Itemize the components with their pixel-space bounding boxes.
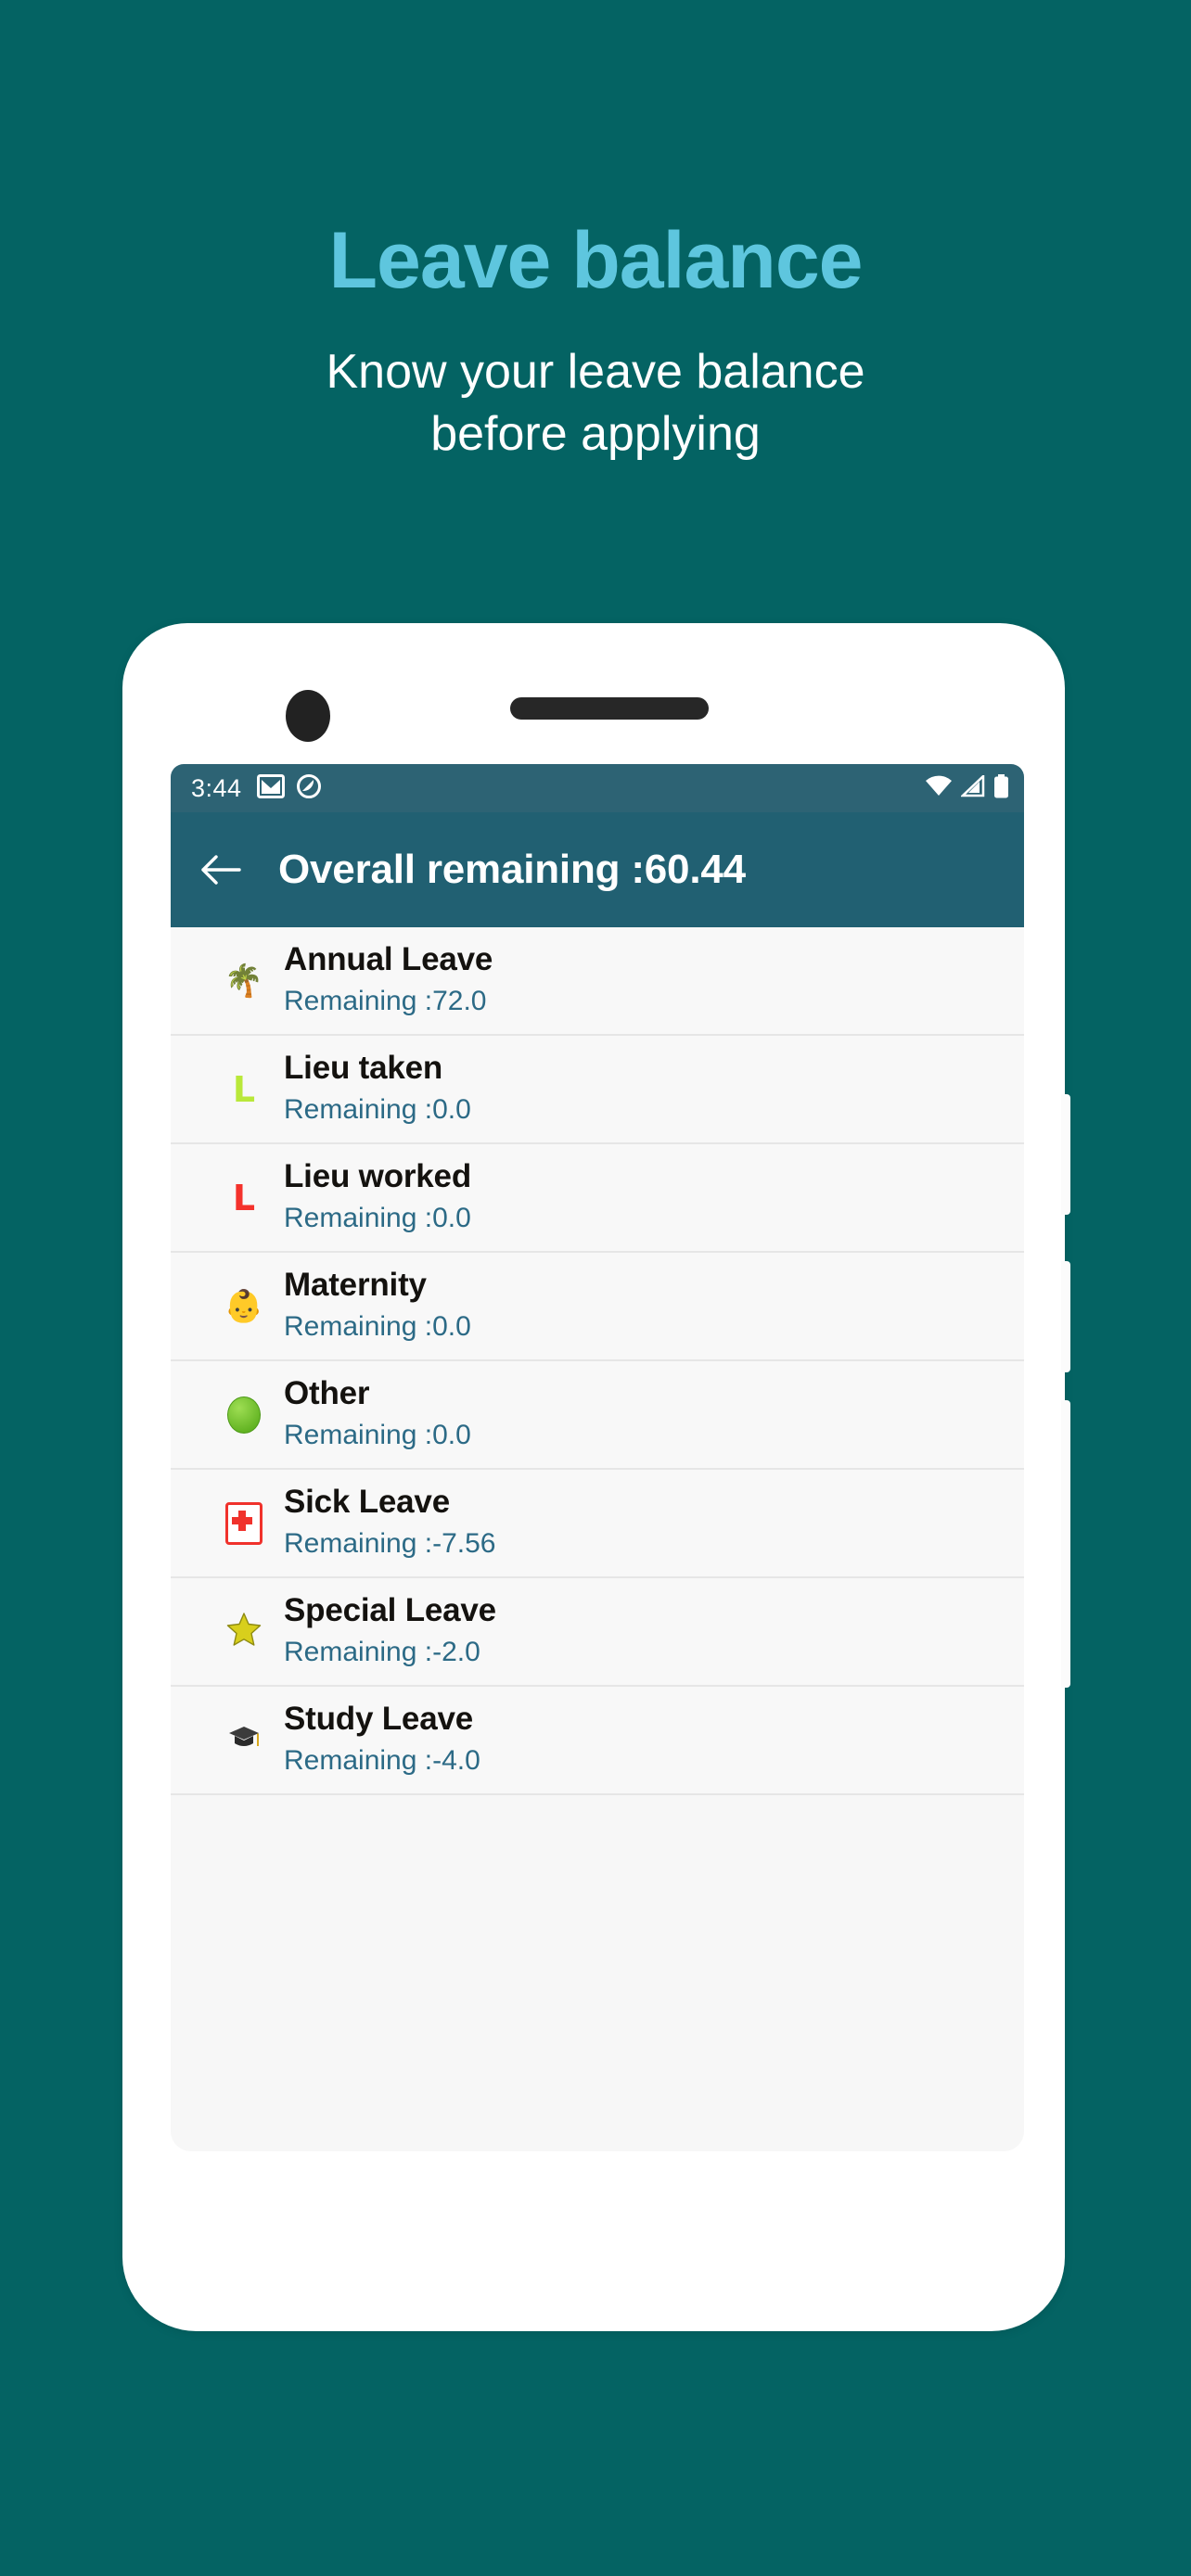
list-item[interactable]: 👶 Maternity Remaining :0.0: [171, 1253, 1024, 1361]
leave-remaining-label: Remaining :-4.0: [284, 1745, 480, 1777]
list-item[interactable]: Study Leave Remaining :-4.0: [171, 1687, 1024, 1795]
red-cross-icon: [204, 1501, 284, 1545]
page-subtitle-line-2: before applying: [430, 406, 761, 461]
back-arrow-icon[interactable]: [195, 844, 247, 896]
phone-volume-down-button[interactable]: [1061, 1261, 1070, 1372]
promo-header: Leave balance Know your leave balance be…: [0, 0, 1191, 465]
phone-volume-up-button[interactable]: [1061, 1094, 1070, 1215]
battery-icon: [993, 773, 1009, 803]
leave-type-label: Sick Leave: [284, 1484, 450, 1521]
letter-l-red-icon: L: [232, 1177, 256, 1218]
leave-balance-list[interactable]: 🌴 Annual Leave Remaining :72.0 L Lieu ta…: [171, 927, 1024, 2151]
phone-power-button[interactable]: [1061, 1400, 1070, 1688]
status-bar-clock: 3:44: [191, 773, 242, 802]
leave-remaining-label: Remaining :0.0: [284, 1311, 471, 1343]
palm-tree-icon: 🌴: [224, 962, 264, 1000]
leave-type-label: Lieu taken: [284, 1050, 443, 1087]
letter-l-green-icon: L: [232, 1068, 256, 1110]
leave-remaining-label: Remaining :-2.0: [284, 1637, 480, 1668]
page-subtitle-line-1: Know your leave balance: [326, 345, 865, 399]
wifi-icon: [925, 775, 953, 802]
leave-type-label: Lieu worked: [284, 1158, 472, 1195]
leave-type-label: Other: [284, 1375, 370, 1412]
status-bar: 3:44: [171, 764, 1024, 812]
leave-remaining-label: Remaining :-7.56: [284, 1528, 496, 1560]
phone-screen: 3:44 Overall remaining:60.44 🌴 Annual L…: [171, 764, 1024, 2151]
app-bar: Overall remaining :60.44: [171, 812, 1024, 927]
leave-remaining-label: Remaining :0.0: [284, 1094, 471, 1126]
front-camera-icon: [286, 690, 330, 742]
list-item[interactable]: L Lieu worked Remaining :0.0: [171, 1144, 1024, 1253]
leave-remaining-label: Remaining :0.0: [284, 1203, 471, 1234]
page-title: Leave balance: [328, 216, 863, 305]
list-item[interactable]: Other Remaining :0.0: [171, 1361, 1024, 1470]
baby-carriage-icon: 👶: [224, 1287, 264, 1325]
list-item[interactable]: 🌴 Annual Leave Remaining :72.0: [171, 927, 1024, 1036]
leave-type-label: Maternity: [284, 1267, 427, 1304]
graduation-cap-icon: [204, 1722, 284, 1759]
leave-type-label: Annual Leave: [284, 941, 493, 978]
leave-remaining-label: Remaining :72.0: [284, 986, 487, 1017]
cellular-signal-icon: [959, 772, 985, 802]
do-not-disturb-icon: [296, 773, 322, 804]
star-icon: [204, 1612, 284, 1652]
page-subtitle: Know your leave balance before applying: [178, 300, 1013, 465]
list-item[interactable]: Sick Leave Remaining :-7.56: [171, 1470, 1024, 1578]
list-item[interactable]: Special Leave Remaining :-2.0: [171, 1578, 1024, 1687]
gmail-icon: [256, 773, 285, 803]
leave-type-label: Study Leave: [284, 1701, 473, 1738]
earpiece-speaker: [510, 697, 709, 720]
leave-remaining-label: Remaining :0.0: [284, 1420, 471, 1451]
app-bar-title: Overall remaining :60.44: [278, 847, 746, 892]
leave-type-label: Special Leave: [284, 1592, 496, 1629]
green-circle-icon: [204, 1396, 284, 1434]
list-item[interactable]: L Lieu taken Remaining :0.0: [171, 1036, 1024, 1144]
